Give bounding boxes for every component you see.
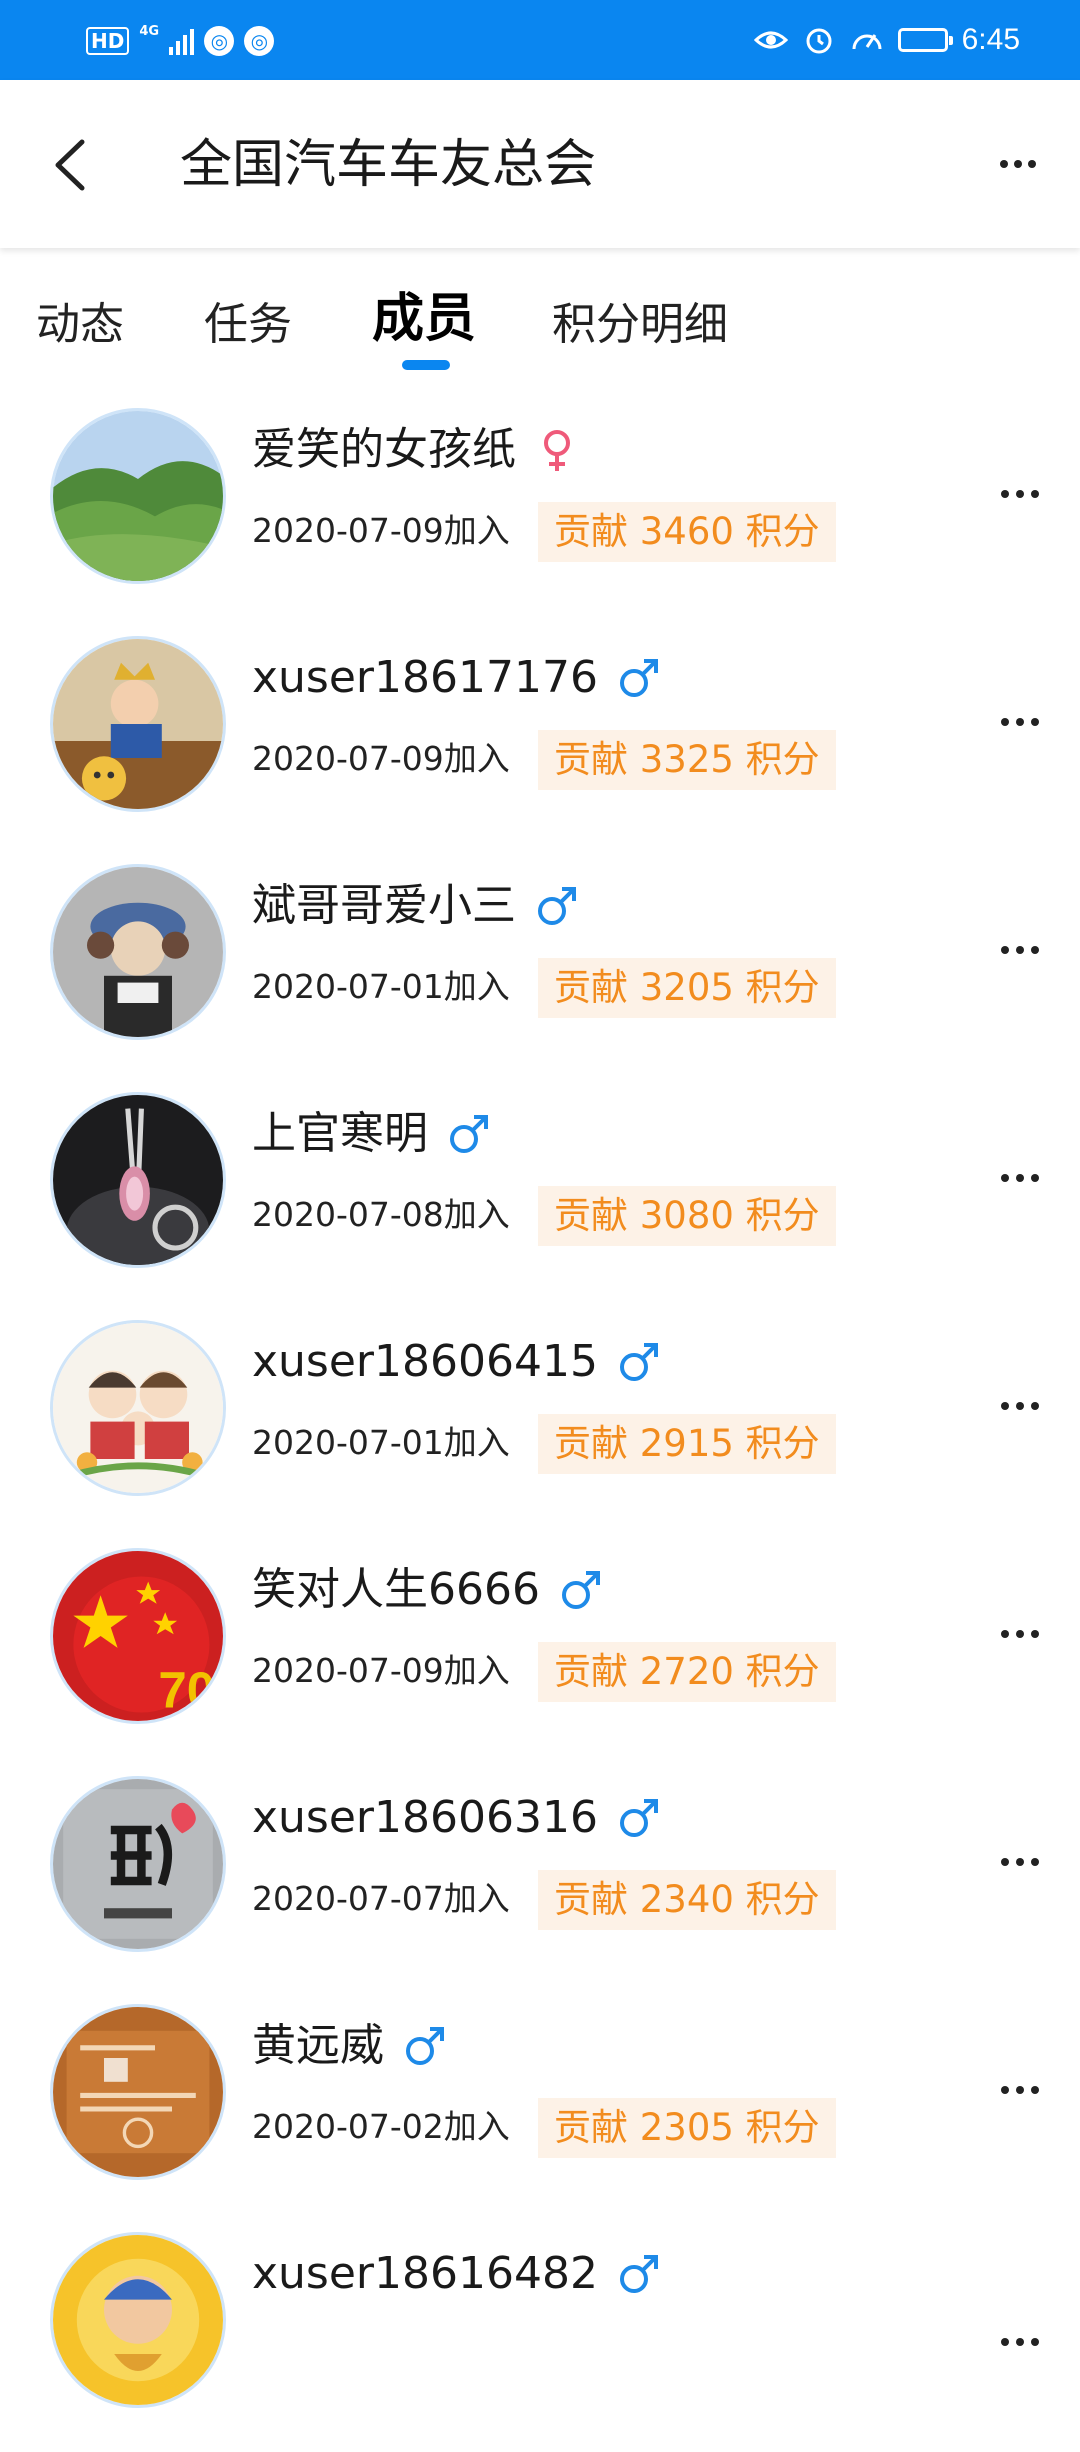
signal-icon: 4G — [139, 24, 195, 55]
member-name: xuser18616482 — [252, 2248, 598, 2299]
member-more-button[interactable] — [990, 940, 1050, 960]
member-name: 黄远威 — [252, 2020, 384, 2071]
join-date: 2020-07-01加入 — [252, 967, 510, 1006]
join-date: 2020-07-01加入 — [252, 1423, 510, 1462]
more-options-button[interactable] — [988, 144, 1048, 184]
status-right-icons: 6:45 — [753, 20, 1020, 60]
back-arrow-icon[interactable] — [44, 130, 104, 200]
avatar[interactable] — [50, 2004, 226, 2180]
avatar[interactable] — [50, 864, 226, 1040]
app-notification-icon-2: ◎ — [244, 26, 275, 56]
member-name: 爱笑的女孩纸 — [252, 424, 516, 475]
tab-members[interactable]: 成员 — [372, 284, 476, 354]
member-name: xuser18617176 — [252, 652, 598, 703]
join-date: 2020-07-09加入 — [252, 739, 510, 778]
app-notification-icon: ◎ — [204, 26, 235, 56]
member-row[interactable]: 爱笑的女孩纸 2020-07-09加入 贡献 3460 积分 — [0, 400, 1080, 628]
member-more-button[interactable] — [990, 2332, 1050, 2352]
male-gender-icon — [450, 1115, 488, 1153]
contribution-points-badge: 贡献 2915 积分 — [538, 1414, 836, 1474]
female-gender-icon — [544, 430, 570, 471]
join-date: 2020-07-02加入 — [252, 2107, 510, 2146]
member-row[interactable]: 上官寒明 2020-07-08加入 贡献 3080 积分 — [0, 1084, 1080, 1312]
avatar[interactable]: 70 — [50, 1548, 226, 1724]
speed-meter-icon — [850, 23, 884, 57]
tab-tasks[interactable]: 任务 — [204, 290, 292, 360]
member-more-button[interactable] — [990, 1852, 1050, 1872]
member-name-line: xuser18606415 — [252, 1332, 662, 1392]
contribution-points-badge: 贡献 2340 积分 — [538, 1870, 836, 1930]
member-more-button[interactable] — [990, 2080, 1050, 2100]
status-bar: HD 4G ◎ ◎ 6:45 — [0, 0, 1080, 80]
member-more-button[interactable] — [990, 484, 1050, 504]
status-left-icons: HD 4G ◎ ◎ — [86, 22, 275, 60]
tab-bar: 动态 任务 成员 积分明细 — [0, 289, 1080, 380]
member-more-button[interactable] — [990, 1624, 1050, 1644]
member-name-line: 斌哥哥爱小三 — [252, 876, 580, 936]
tab-points-detail[interactable]: 积分明细 — [552, 290, 728, 360]
male-gender-icon — [619, 1343, 658, 1381]
avatar[interactable] — [50, 2232, 226, 2408]
member-name: 上官寒明 — [252, 1108, 428, 1159]
member-more-button[interactable] — [990, 712, 1050, 732]
member-row[interactable]: xuser18616482 — [0, 2224, 1080, 2452]
contribution-points-badge: 贡献 2720 积分 — [538, 1642, 836, 1702]
member-name-line: xuser18617176 — [252, 648, 662, 708]
member-row[interactable]: xuser18606415 2020-07-01加入 贡献 2915 积分 — [0, 1312, 1080, 1540]
male-gender-icon — [561, 1571, 600, 1609]
member-name: 斌哥哥爱小三 — [252, 880, 516, 931]
member-row[interactable]: 70 笑对人生6666 2020-07-09加入 贡献 2720 积分 — [0, 1540, 1080, 1768]
join-date: 2020-07-08加入 — [252, 1195, 510, 1234]
avatar[interactable] — [50, 1776, 226, 1952]
contribution-points-badge: 贡献 3080 积分 — [538, 1186, 836, 1246]
tab-dynamics[interactable]: 动态 — [36, 290, 124, 360]
member-name: 笑对人生6666 — [252, 1564, 540, 1615]
male-gender-icon — [406, 2027, 444, 2065]
svg-text:70: 70 — [158, 1661, 215, 1718]
avatar[interactable] — [50, 636, 226, 812]
member-row[interactable]: 斌哥哥爱小三 2020-07-01加入 贡献 3205 积分 — [0, 856, 1080, 1084]
member-name-line: 笑对人生6666 — [252, 1560, 604, 1620]
battery-icon — [897, 28, 953, 52]
member-name-line: xuser18616482 — [252, 2244, 662, 2304]
join-date: 2020-07-09加入 — [252, 511, 510, 550]
member-name-line: 黄远威 — [252, 2016, 448, 2076]
member-name: xuser18606316 — [252, 1792, 598, 1843]
member-row[interactable]: xuser18617176 2020-07-09加入 贡献 3325 积分 — [0, 628, 1080, 856]
male-gender-icon — [619, 659, 658, 697]
member-name: xuser18606415 — [252, 1336, 598, 1387]
contribution-points-badge: 贡献 3460 积分 — [538, 502, 836, 562]
male-gender-icon — [619, 1799, 658, 1837]
app-header: 全国汽车车友总会 — [0, 80, 1080, 248]
member-more-button[interactable] — [990, 1396, 1050, 1416]
eye-comfort-icon — [753, 23, 788, 57]
page-title: 全国汽车车友总会 — [180, 135, 597, 195]
network-type-label: 4G — [139, 24, 160, 39]
contribution-points-badge: 贡献 3325 积分 — [538, 730, 836, 790]
male-gender-icon — [538, 887, 576, 925]
avatar[interactable] — [50, 408, 226, 584]
member-name-line: 爱笑的女孩纸 — [252, 420, 580, 480]
member-row[interactable]: xuser18606316 2020-07-07加入 贡献 2340 积分 — [0, 1768, 1080, 1996]
member-more-button[interactable] — [990, 1168, 1050, 1188]
join-date: 2020-07-09加入 — [252, 1651, 510, 1690]
avatar[interactable] — [50, 1092, 226, 1268]
avatar[interactable] — [50, 1320, 226, 1496]
contribution-points-badge: 贡献 3205 积分 — [538, 958, 836, 1018]
member-name-line: 上官寒明 — [252, 1104, 492, 1164]
member-name-line: xuser18606316 — [252, 1788, 662, 1848]
active-tab-indicator — [402, 360, 450, 370]
male-gender-icon — [619, 2255, 658, 2293]
clock: 6:45 — [961, 23, 1020, 56]
contribution-points-badge: 贡献 2305 积分 — [538, 2098, 836, 2158]
member-row[interactable]: 黄远威 2020-07-02加入 贡献 2305 积分 — [0, 1996, 1080, 2224]
join-date: 2020-07-07加入 — [252, 1879, 510, 1918]
alarm-icon — [802, 23, 836, 57]
hd-indicator: HD — [86, 27, 130, 55]
